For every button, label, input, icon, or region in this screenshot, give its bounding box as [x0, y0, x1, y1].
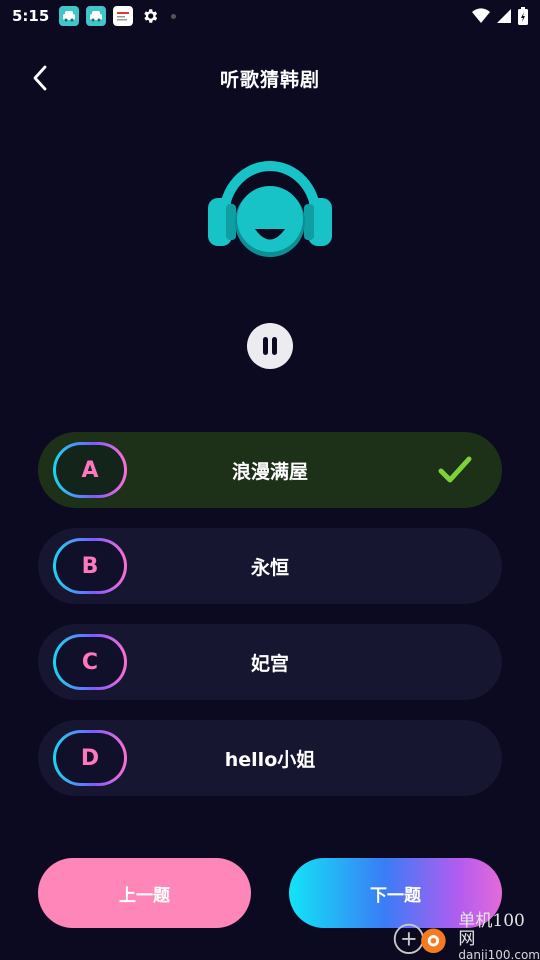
option-a[interactable]: A 浪漫满屋: [38, 432, 502, 508]
option-d-letter: D: [56, 733, 124, 783]
option-b-letter: B: [56, 541, 124, 591]
notification-dot: [171, 13, 177, 19]
prev-question-button[interactable]: 上一题: [38, 858, 251, 928]
headphone-mascot-icon: [208, 161, 332, 257]
watermark-title: 单机100网: [458, 910, 525, 949]
watermark: 单机100网 danji100.com: [390, 910, 540, 960]
status-bar: 5:15: [0, 0, 540, 32]
watermark-url: danji100.com: [458, 947, 540, 960]
option-d[interactable]: D hello小姐: [38, 720, 502, 796]
option-b-badge: B: [53, 538, 127, 594]
car-app-icon: [59, 6, 80, 26]
option-b[interactable]: B 永恒: [38, 528, 502, 604]
back-button[interactable]: [26, 64, 54, 92]
signal-icon: [497, 9, 511, 23]
option-c[interactable]: C 妃宫: [38, 624, 502, 700]
option-c-badge: C: [53, 634, 127, 690]
news-app-icon: [113, 6, 134, 26]
option-c-letter: C: [56, 637, 124, 687]
watermark-logo-icon: [393, 923, 446, 954]
car-app-icon-2: [86, 6, 107, 26]
page-title: 听歌猜韩剧: [219, 68, 320, 91]
check-icon: [438, 456, 472, 483]
option-d-badge: D: [53, 730, 127, 786]
status-right: [472, 7, 528, 25]
chevron-left-icon: [33, 65, 47, 91]
battery-icon: [518, 7, 528, 25]
option-a-letter: A: [56, 445, 124, 495]
pause-button[interactable]: [247, 323, 293, 369]
pause-icon: [263, 337, 277, 355]
settings-gear-icon: [140, 6, 160, 26]
watermark-text: 单机100网 danji100.com: [458, 910, 540, 960]
status-time: 5:15: [12, 7, 50, 25]
header: 听歌猜韩剧: [0, 56, 540, 100]
option-a-badge: A: [53, 442, 127, 498]
wifi-icon: [472, 8, 490, 23]
